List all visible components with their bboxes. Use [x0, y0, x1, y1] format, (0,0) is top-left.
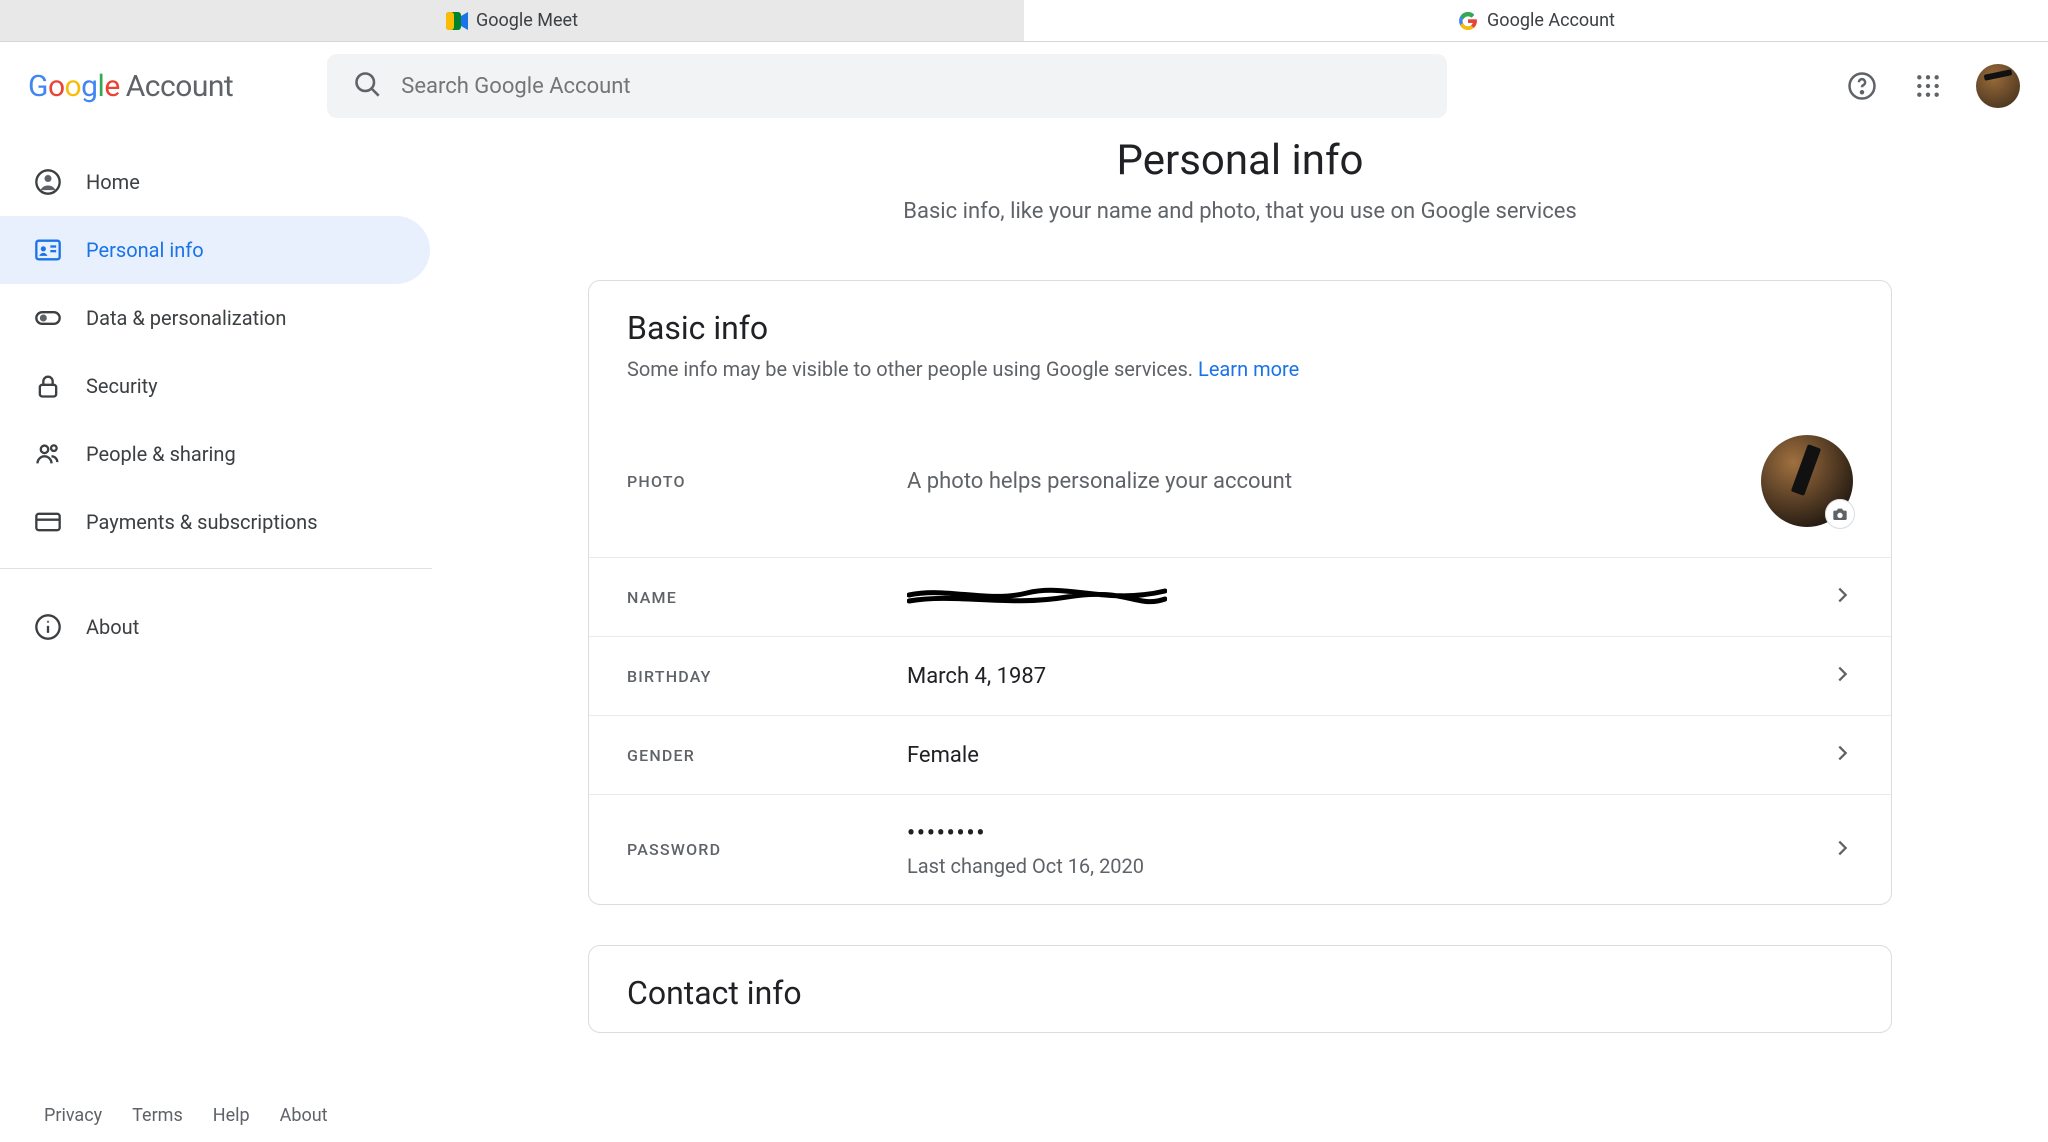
browser-tab-account[interactable]: Google Account — [1024, 0, 2048, 41]
toggle-icon — [34, 304, 62, 332]
page-title: Personal info — [1117, 136, 1364, 185]
sidebar-item-personal-info[interactable]: Personal info — [0, 216, 430, 284]
row-value: A photo helps personalize your account — [907, 469, 1761, 494]
sidebar-item-label: Payments & subscriptions — [86, 510, 318, 534]
browser-tab-meet[interactable]: Google Meet — [0, 0, 1024, 41]
password-mask: •••••••• — [907, 821, 986, 846]
lock-icon — [34, 372, 62, 400]
browser-tab-label: Google Account — [1487, 10, 1615, 31]
google-g-icon — [1457, 10, 1479, 32]
apps-grid-icon — [1915, 73, 1941, 99]
browser-tab-strip: Google Meet Google Account — [0, 0, 2048, 42]
camera-badge-icon — [1825, 499, 1855, 529]
credit-card-icon — [34, 508, 62, 536]
sidebar-item-label: Home — [86, 170, 140, 194]
chevron-right-icon — [1831, 742, 1853, 768]
row-label: PHOTO — [627, 472, 907, 491]
row-label: PASSWORD — [627, 840, 907, 859]
page-subtitle: Basic info, like your name and photo, th… — [903, 199, 1576, 224]
app-header: Google Account — [0, 42, 2048, 130]
row-label: GENDER — [627, 746, 907, 765]
sidebar-item-label: Security — [86, 374, 158, 398]
chevron-right-icon — [1831, 663, 1853, 689]
sidebar-item-label: Personal info — [86, 238, 204, 262]
sidebar-item-data-personalization[interactable]: Data & personalization — [0, 284, 430, 352]
sidebar-item-about[interactable]: About — [0, 593, 430, 661]
main-content: Personal info Basic info, like your name… — [432, 130, 2048, 1142]
row-photo[interactable]: PHOTO A photo helps personalize your acc… — [589, 405, 1891, 557]
search-icon — [353, 70, 381, 102]
row-value: •••••••• Last changed Oct 16, 2020 — [907, 821, 1831, 878]
google-account-logo[interactable]: Google Account — [28, 69, 233, 104]
meet-icon — [446, 10, 468, 32]
row-gender[interactable]: GENDER Female — [589, 715, 1891, 794]
search-bar[interactable] — [327, 54, 1447, 118]
row-value-redacted — [907, 585, 1831, 609]
chevron-right-icon — [1831, 837, 1853, 863]
sidebar-item-people-sharing[interactable]: People & sharing — [0, 420, 430, 488]
row-label: NAME — [627, 588, 907, 607]
footer-terms-link[interactable]: Terms — [132, 1105, 183, 1126]
card-subtitle-text: Some info may be visible to other people… — [627, 357, 1198, 381]
search-input[interactable] — [401, 74, 1421, 99]
sidebar: Home Personal info Data & personalizatio… — [0, 130, 432, 1142]
person-circle-icon — [34, 168, 62, 196]
sidebar-item-label: People & sharing — [86, 442, 236, 466]
footer-links: Privacy Terms Help About — [44, 1105, 328, 1126]
row-value: Female — [907, 743, 1831, 768]
password-last-changed: Last changed Oct 16, 2020 — [907, 854, 1831, 878]
card-title: Contact info — [627, 974, 1853, 1012]
row-birthday[interactable]: BIRTHDAY March 4, 1987 — [589, 636, 1891, 715]
id-card-icon — [34, 236, 62, 264]
google-wordmark: Google — [28, 69, 120, 104]
sidebar-divider — [0, 568, 432, 569]
redacted-name-scribble — [907, 585, 1167, 609]
info-icon — [34, 613, 62, 641]
account-wordmark: Account — [126, 69, 234, 104]
chevron-right-icon — [1831, 584, 1853, 610]
sidebar-item-security[interactable]: Security — [0, 352, 430, 420]
browser-tab-label: Google Meet — [476, 10, 578, 31]
learn-more-link[interactable]: Learn more — [1198, 357, 1299, 381]
contact-info-card: Contact info — [588, 945, 1892, 1033]
row-name[interactable]: NAME — [589, 557, 1891, 636]
account-avatar[interactable] — [1976, 64, 2020, 108]
people-icon — [34, 440, 62, 468]
row-password[interactable]: PASSWORD •••••••• Last changed Oct 16, 2… — [589, 794, 1891, 904]
footer-privacy-link[interactable]: Privacy — [44, 1105, 102, 1126]
apps-button[interactable] — [1910, 68, 1946, 104]
sidebar-item-payments[interactable]: Payments & subscriptions — [0, 488, 430, 556]
footer-help-link[interactable]: Help — [213, 1105, 250, 1126]
footer-about-link[interactable]: About — [280, 1105, 328, 1126]
help-icon — [1847, 71, 1877, 101]
sidebar-item-label: Data & personalization — [86, 306, 286, 330]
row-label: BIRTHDAY — [627, 667, 907, 686]
profile-photo-thumb[interactable] — [1761, 435, 1853, 527]
help-button[interactable] — [1844, 68, 1880, 104]
row-value: March 4, 1987 — [907, 664, 1831, 689]
basic-info-card: Basic info Some info may be visible to o… — [588, 280, 1892, 905]
sidebar-item-label: About — [86, 615, 139, 639]
card-title: Basic info — [627, 309, 1853, 347]
sidebar-item-home[interactable]: Home — [0, 148, 430, 216]
card-subtitle: Some info may be visible to other people… — [627, 357, 1853, 381]
